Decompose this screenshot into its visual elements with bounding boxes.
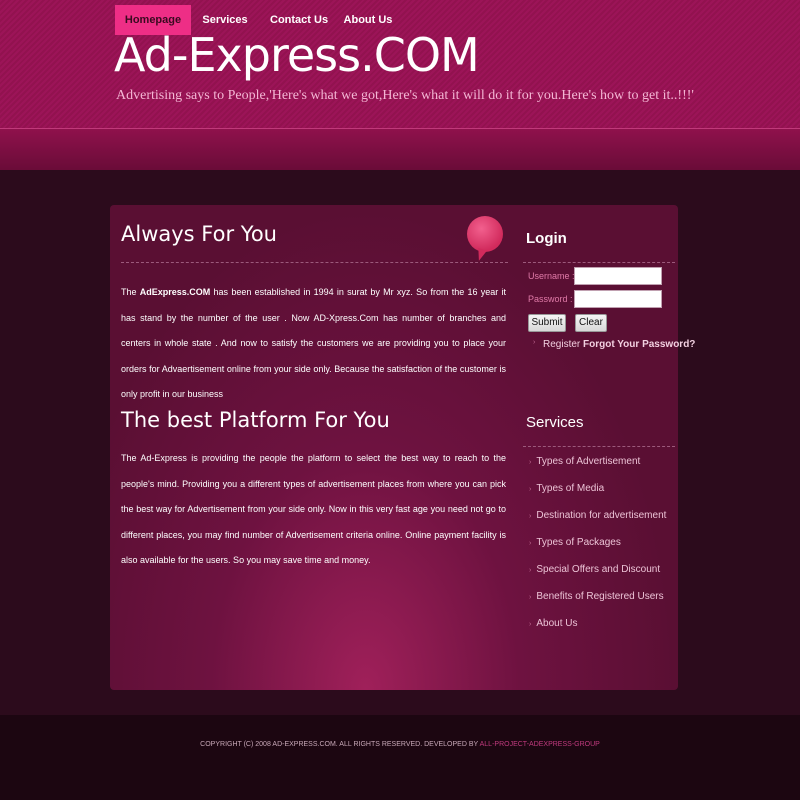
username-input[interactable] (574, 267, 662, 285)
service-link-special-offers[interactable]: › Special Offers and Discount (529, 564, 660, 575)
submit-button[interactable]: Submit (528, 314, 566, 332)
arrow-bullet-icon: › (529, 459, 532, 466)
service-label: Types of Media (536, 483, 605, 494)
service-label: Special Offers and Discount (536, 564, 661, 575)
site-tagline: Advertising says to People,'Here's what … (116, 88, 694, 103)
service-label: Types of Packages (536, 537, 621, 548)
arrow-bullet-icon: › (574, 339, 577, 346)
site-footer (0, 715, 800, 800)
brand-name: AdExpress.COM (139, 287, 211, 297)
service-label: About Us (536, 618, 578, 629)
divider (523, 262, 675, 263)
copyright-text: COPYRIGHT (C) 2008 AD-EXPRESS.COM. ALL R… (200, 741, 480, 748)
forgot-password-link[interactable]: Forgot Your Password? (583, 339, 695, 350)
arrow-bullet-icon: › (529, 594, 532, 601)
divider (523, 446, 675, 447)
arrow-bullet-icon: › (533, 339, 536, 346)
clear-button[interactable]: Clear (575, 314, 607, 332)
services-title: Services (526, 414, 584, 431)
intro-paragraph: The AdExpress.COM has been established i… (121, 280, 506, 408)
arrow-bullet-icon: › (529, 486, 532, 493)
service-label: Benefits of Registered Users (536, 591, 664, 602)
arrow-bullet-icon: › (529, 621, 532, 628)
password-label: Password : (528, 294, 573, 304)
nav-item-services[interactable]: Services (200, 5, 250, 35)
arrow-bullet-icon: › (529, 513, 532, 520)
section-heading-best-platform: The best Platform For You (121, 408, 390, 432)
section-heading-always: Always For You (121, 222, 277, 246)
speech-bubble-icon (467, 216, 503, 252)
arrow-bullet-icon: › (529, 567, 532, 574)
service-link-destination[interactable]: › Destination for advertisement (529, 510, 666, 521)
site-title: Ad-Express.COM (114, 28, 480, 82)
platform-paragraph: The Ad-Express is providing the people t… (121, 453, 506, 565)
service-label: Types of Advertisement (536, 456, 641, 467)
service-link-about-us[interactable]: › About Us (529, 618, 577, 629)
login-title: Login (526, 230, 567, 247)
footer-copyright: COPYRIGHT (C) 2008 AD-EXPRESS.COM. ALL R… (0, 741, 800, 748)
nav-item-contact-us[interactable]: Contact Us (270, 5, 328, 35)
service-link-types-of-packages[interactable]: › Types of Packages (529, 537, 621, 548)
service-label: Destination for advertisement (536, 510, 667, 521)
service-link-types-of-advertisement[interactable]: › Types of Advertisement (529, 456, 640, 467)
nav-item-about-us[interactable]: About Us (342, 5, 394, 35)
para-prefix: The (121, 287, 140, 297)
password-input[interactable] (574, 290, 662, 308)
service-link-benefits[interactable]: › Benefits of Registered Users (529, 591, 664, 602)
divider (121, 262, 508, 263)
para-rest: has been established in 1994 in surat by… (121, 287, 506, 399)
developer-link[interactable]: ALL-PROJECT-ADEXPRESS-GROUP (480, 741, 600, 748)
service-link-types-of-media[interactable]: › Types of Media (529, 483, 604, 494)
arrow-bullet-icon: › (529, 540, 532, 547)
nav-item-homepage[interactable]: Homepage (115, 5, 191, 35)
nav-bar (0, 128, 800, 170)
username-label: Username : (528, 271, 575, 281)
